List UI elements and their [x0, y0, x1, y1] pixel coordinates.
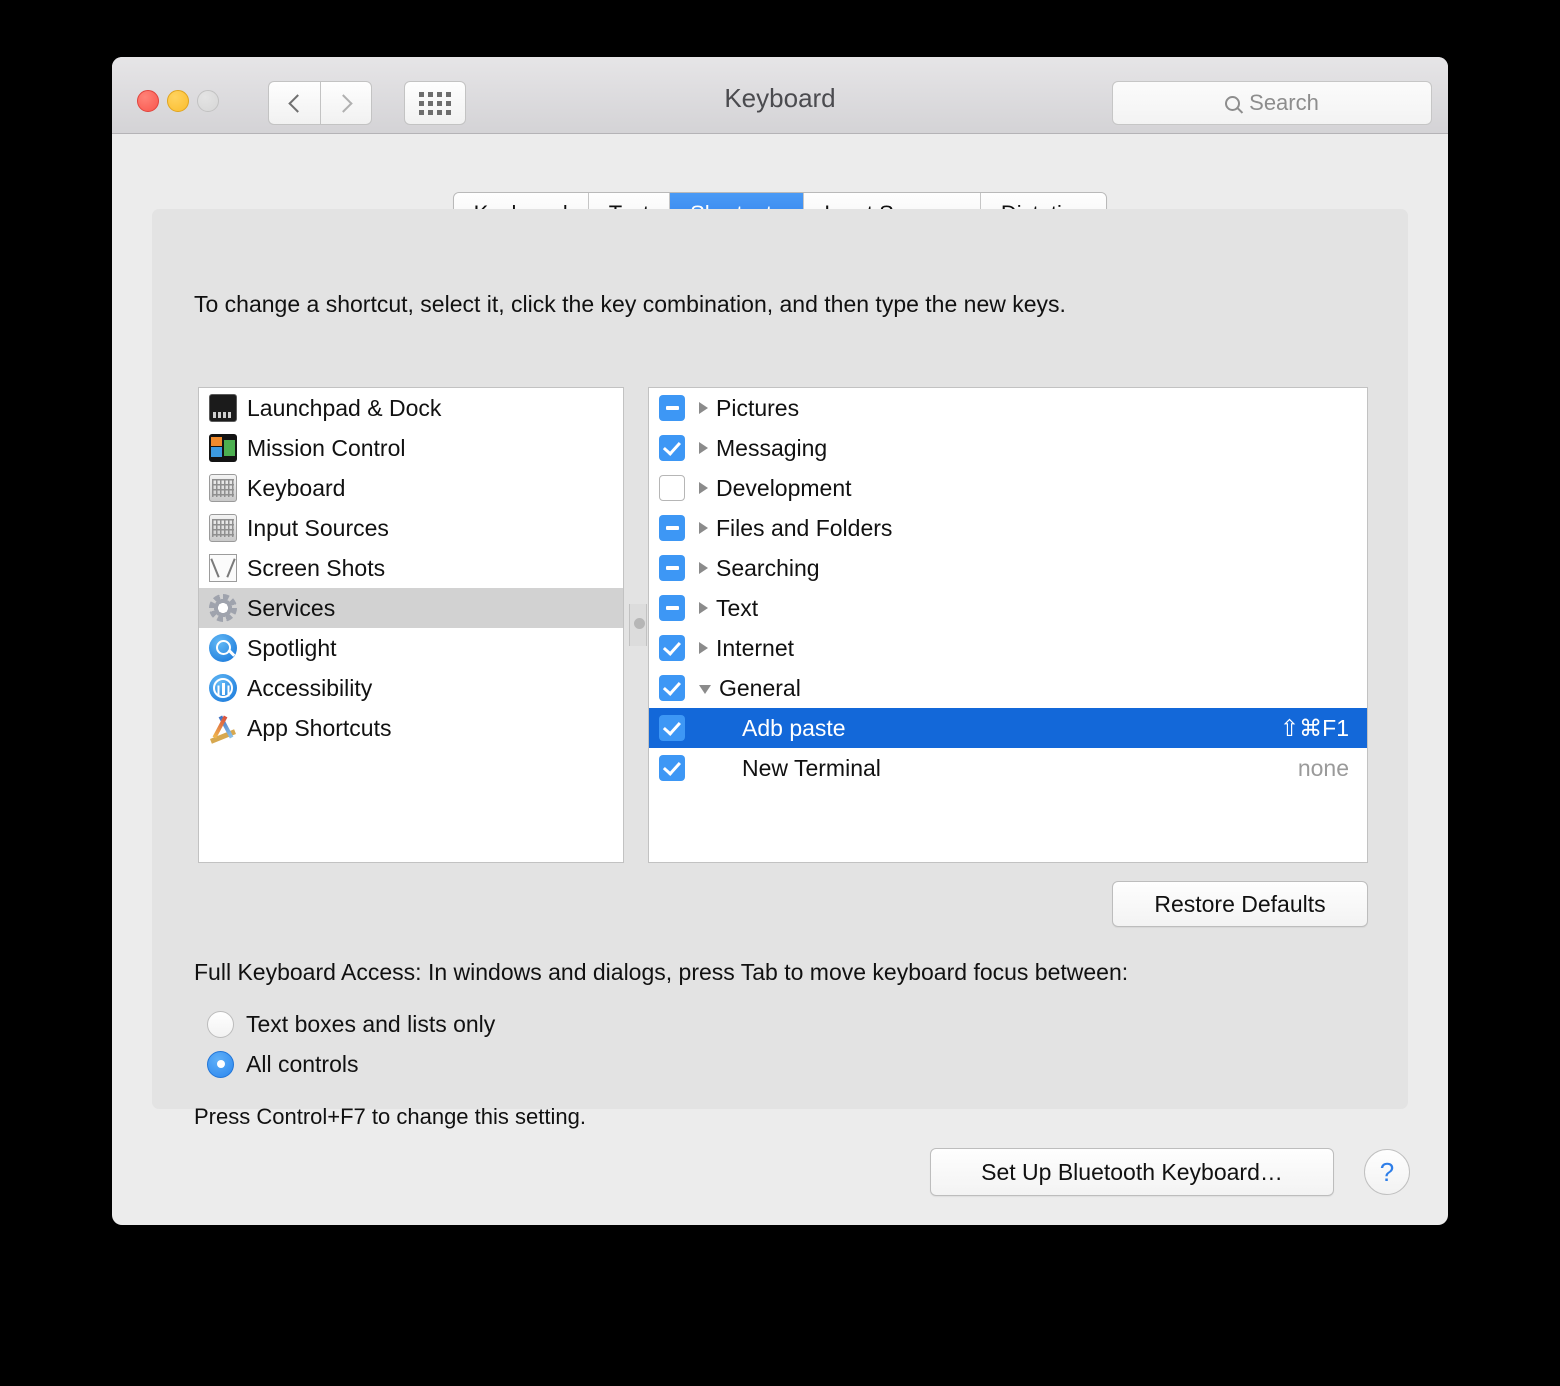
category-label: Launchpad & Dock [247, 394, 442, 421]
shortcuts-tree-list[interactable]: Pictures Messaging Development Files and… [648, 387, 1368, 863]
accessibility-icon [209, 674, 237, 702]
sidebar-item-launchpad-dock[interactable]: Launchpad & Dock [199, 388, 623, 428]
tree-row-label: Messaging [716, 434, 828, 461]
shortcut-key-combination[interactable]: none [1298, 755, 1349, 782]
checkbox-checked[interactable] [659, 675, 685, 701]
tree-row-label: Development [716, 474, 852, 501]
input-sources-icon [209, 514, 237, 542]
tree-row-label: Text [716, 594, 759, 621]
checkbox-mixed[interactable] [659, 395, 685, 421]
tree-row-pictures[interactable]: Pictures [649, 388, 1367, 428]
search-input[interactable]: Search [1112, 81, 1432, 125]
radio-button-unselected[interactable] [207, 1010, 234, 1038]
sidebar-item-spotlight[interactable]: Spotlight [199, 628, 623, 668]
disclosure-triangle-collapsed-icon[interactable] [699, 642, 708, 654]
keyboard-icon [209, 474, 237, 502]
tree-row-internet[interactable]: Internet [649, 628, 1367, 668]
tree-row-general[interactable]: General [649, 668, 1367, 708]
tree-row-label: Adb paste [742, 714, 846, 741]
tree-row-files-and-folders[interactable]: Files and Folders [649, 508, 1367, 548]
disclosure-triangle-collapsed-icon[interactable] [699, 522, 708, 534]
category-label: Screen Shots [247, 554, 386, 581]
help-button[interactable]: ? [1364, 1149, 1410, 1195]
checkbox-mixed[interactable] [659, 555, 685, 581]
tree-row-adb-paste[interactable]: Adb paste ⇧⌘F1 [649, 708, 1367, 748]
services-gear-icon [209, 594, 237, 622]
disclosure-triangle-collapsed-icon[interactable] [699, 482, 708, 494]
checkbox-checked[interactable] [659, 635, 685, 661]
tree-row-label: Internet [716, 634, 794, 661]
full-keyboard-access-heading: Full Keyboard Access: In windows and dia… [194, 959, 1129, 985]
tree-row-label: Pictures [716, 394, 800, 421]
sidebar-item-services[interactable]: Services [199, 588, 623, 628]
screen-shots-icon [209, 554, 237, 582]
checkbox-checked[interactable] [659, 435, 685, 461]
tree-row-new-terminal[interactable]: New Terminal none [649, 748, 1367, 788]
disclosure-triangle-expanded-icon[interactable] [699, 685, 711, 694]
checkbox-checked[interactable] [659, 715, 685, 741]
shortcut-key-combination[interactable]: ⇧⌘F1 [1280, 715, 1349, 742]
tree-row-label: Searching [716, 554, 820, 581]
disclosure-triangle-collapsed-icon[interactable] [699, 402, 708, 414]
category-label: Accessibility [247, 674, 373, 701]
category-label: Keyboard [247, 474, 346, 501]
tree-row-searching[interactable]: Searching [649, 548, 1367, 588]
sidebar-item-app-shortcuts[interactable]: App Shortcuts [199, 708, 623, 748]
checkbox-mixed[interactable] [659, 595, 685, 621]
control-f7-note: Press Control+F7 to change this setting. [194, 1104, 586, 1129]
tree-row-label: New Terminal [742, 754, 881, 781]
mission-control-icon [209, 434, 237, 462]
tree-row-development[interactable]: Development [649, 468, 1367, 508]
checkbox-mixed[interactable] [659, 515, 685, 541]
search-icon [1225, 95, 1241, 111]
checkbox-checked[interactable] [659, 755, 685, 781]
checkbox-unchecked[interactable] [659, 475, 685, 501]
tree-row-label: General [719, 674, 801, 701]
category-label: Spotlight [247, 634, 337, 661]
tree-row-label: Files and Folders [716, 514, 893, 541]
window-titlebar: Keyboard Search [112, 57, 1448, 134]
sidebar-item-input-sources[interactable]: Input Sources [199, 508, 623, 548]
category-label: App Shortcuts [247, 714, 392, 741]
category-label: Services [247, 594, 336, 621]
category-label: Mission Control [247, 434, 406, 461]
radio-text-boxes-and-lists-only[interactable]: Text boxes and lists only [207, 1004, 495, 1044]
full-keyboard-access-radio-group: Text boxes and lists only All controls [207, 1004, 495, 1084]
system-preferences-window: Keyboard Search Keyboard Text Shortcuts … [112, 57, 1448, 1225]
radio-all-controls[interactable]: All controls [207, 1044, 495, 1084]
search-placeholder: Search [1249, 90, 1319, 115]
disclosure-triangle-collapsed-icon[interactable] [699, 442, 708, 454]
radio-label: All controls [246, 1050, 359, 1077]
sidebar-item-screen-shots[interactable]: Screen Shots [199, 548, 623, 588]
set-up-bluetooth-keyboard-button[interactable]: Set Up Bluetooth Keyboard… [930, 1148, 1334, 1196]
disclosure-triangle-collapsed-icon[interactable] [699, 562, 708, 574]
launchpad-dock-icon [209, 394, 237, 422]
app-shortcuts-icon [209, 714, 237, 742]
radio-label: Text boxes and lists only [246, 1010, 496, 1037]
tree-row-messaging[interactable]: Messaging [649, 428, 1367, 468]
category-label: Input Sources [247, 514, 389, 541]
restore-defaults-button[interactable]: Restore Defaults [1112, 881, 1368, 927]
spotlight-icon [209, 634, 237, 662]
split-view-divider[interactable] [629, 604, 647, 646]
radio-button-selected[interactable] [207, 1050, 234, 1078]
sidebar-item-keyboard[interactable]: Keyboard [199, 468, 623, 508]
instruction-text: To change a shortcut, select it, click t… [194, 291, 1066, 317]
tree-row-text[interactable]: Text [649, 588, 1367, 628]
disclosure-triangle-collapsed-icon[interactable] [699, 602, 708, 614]
sidebar-item-mission-control[interactable]: Mission Control [199, 428, 623, 468]
shortcuts-panel: To change a shortcut, select it, click t… [152, 209, 1408, 1129]
shortcut-categories-list[interactable]: Launchpad & Dock Mission Control Keyboar… [198, 387, 624, 863]
sidebar-item-accessibility[interactable]: Accessibility [199, 668, 623, 708]
